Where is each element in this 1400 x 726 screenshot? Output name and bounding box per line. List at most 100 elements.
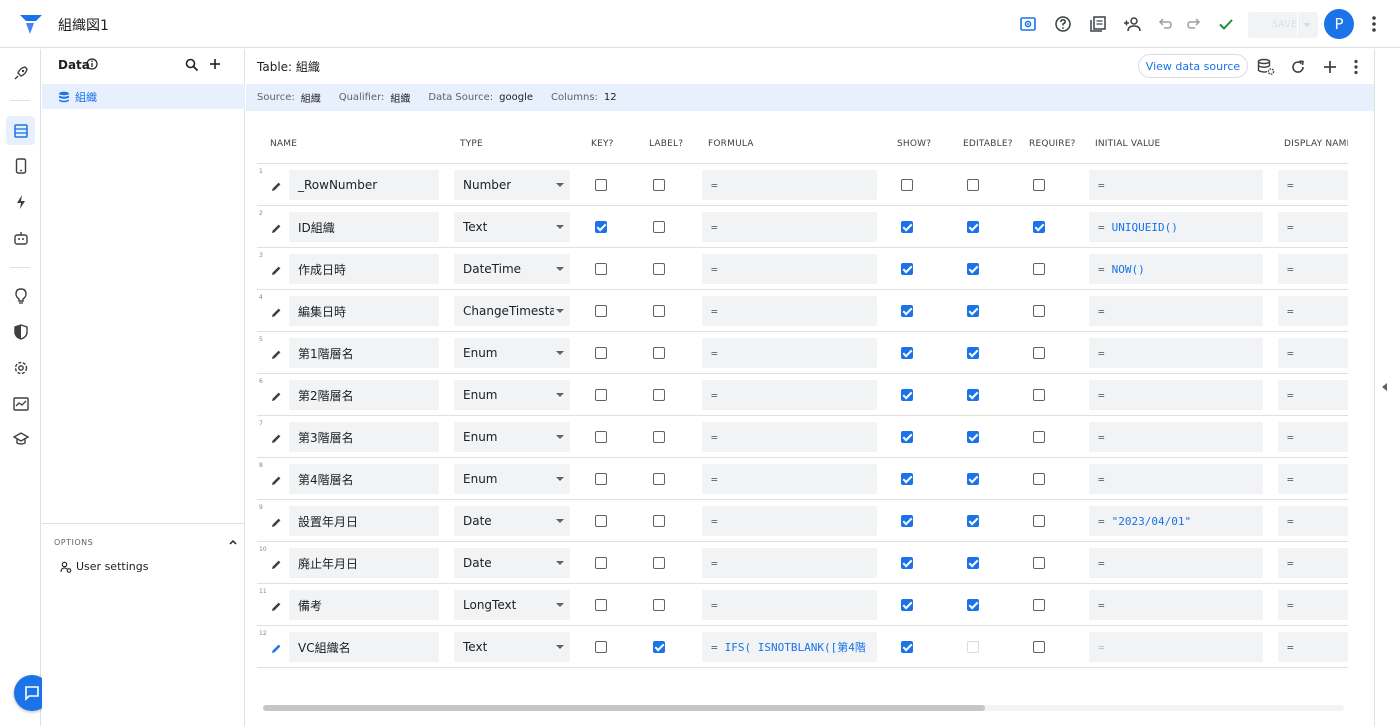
show-checkbox[interactable] xyxy=(901,179,913,191)
column-name-field[interactable]: 設置年月日 xyxy=(289,506,439,536)
key-checkbox[interactable] xyxy=(595,305,607,317)
show-checkbox[interactable] xyxy=(901,515,913,527)
column-type-select[interactable]: Enum xyxy=(454,338,570,368)
editable-checkbox[interactable] xyxy=(967,599,979,611)
key-checkbox[interactable] xyxy=(595,347,607,359)
more-vert-icon[interactable] xyxy=(1368,14,1380,34)
column-type-select[interactable]: DateTime xyxy=(454,254,570,284)
display-name-field[interactable]: = xyxy=(1278,506,1348,536)
info-icon[interactable] xyxy=(86,58,98,70)
chevron-up-icon[interactable] xyxy=(228,537,238,547)
edit-icon[interactable] xyxy=(271,513,282,527)
column-name-field[interactable]: ID組織 xyxy=(289,212,439,242)
label-checkbox[interactable] xyxy=(653,515,665,527)
editable-checkbox[interactable] xyxy=(967,557,979,569)
editable-checkbox[interactable] xyxy=(967,515,979,527)
column-type-select[interactable]: Text xyxy=(454,212,570,242)
formula-field[interactable]: = xyxy=(702,170,877,200)
column-name-field[interactable]: 第4階層名 xyxy=(289,464,439,494)
edit-icon[interactable] xyxy=(271,639,282,653)
column-name-field[interactable]: 編集日時 xyxy=(289,296,439,326)
formula-field[interactable]: = xyxy=(702,296,877,326)
require-checkbox[interactable] xyxy=(1033,305,1045,317)
edit-icon[interactable] xyxy=(271,429,282,443)
column-name-field[interactable]: VC組織名 xyxy=(289,632,439,662)
initial-value-field[interactable]: = xyxy=(1089,590,1263,620)
learn-icon[interactable] xyxy=(6,424,35,453)
undo-icon[interactable] xyxy=(1154,13,1176,35)
data-icon[interactable] xyxy=(6,116,35,145)
formula-field[interactable]: = xyxy=(702,254,877,284)
preview-icon[interactable] xyxy=(1017,13,1039,35)
avatar[interactable]: P xyxy=(1324,9,1354,39)
formula-field[interactable]: = xyxy=(702,464,877,494)
column-name-field[interactable]: 廃止年月日 xyxy=(289,548,439,578)
column-name-field[interactable]: 第2階層名 xyxy=(289,380,439,410)
editable-checkbox[interactable] xyxy=(967,473,979,485)
collapse-arrow-icon[interactable] xyxy=(1382,383,1387,391)
editable-checkbox[interactable] xyxy=(967,221,979,233)
show-checkbox[interactable] xyxy=(901,305,913,317)
initial-value-field[interactable]: = UNIQUEID() xyxy=(1089,212,1263,242)
add-column-icon[interactable] xyxy=(1321,58,1339,76)
column-type-select[interactable]: Date xyxy=(454,506,570,536)
column-type-select[interactable]: Enum xyxy=(454,422,570,452)
automation-icon[interactable] xyxy=(6,223,35,252)
scrollbar-thumb[interactable] xyxy=(263,705,985,711)
display-name-field[interactable]: = xyxy=(1278,422,1348,452)
column-type-select[interactable]: Enum xyxy=(454,464,570,494)
save-dropdown-icon[interactable] xyxy=(1303,23,1311,27)
column-type-select[interactable]: Text xyxy=(454,632,570,662)
column-name-field[interactable]: 備考 xyxy=(289,590,439,620)
show-checkbox[interactable] xyxy=(901,263,913,275)
require-checkbox[interactable] xyxy=(1033,431,1045,443)
key-checkbox[interactable] xyxy=(595,263,607,275)
require-checkbox[interactable] xyxy=(1033,557,1045,569)
show-checkbox[interactable] xyxy=(901,221,913,233)
display-name-field[interactable]: = xyxy=(1278,590,1348,620)
security-icon[interactable] xyxy=(6,317,35,346)
require-checkbox[interactable] xyxy=(1033,347,1045,359)
editable-checkbox[interactable] xyxy=(967,347,979,359)
edit-icon[interactable] xyxy=(271,177,282,191)
key-checkbox[interactable] xyxy=(595,641,607,653)
show-checkbox[interactable] xyxy=(901,557,913,569)
display-name-field[interactable]: = xyxy=(1278,380,1348,410)
editable-checkbox[interactable] xyxy=(967,179,979,191)
edit-icon[interactable] xyxy=(271,597,282,611)
horizontal-scrollbar[interactable] xyxy=(263,705,1344,711)
edit-icon[interactable] xyxy=(271,261,282,275)
formula-field[interactable]: = xyxy=(702,506,877,536)
key-checkbox[interactable] xyxy=(595,179,607,191)
rocket-icon[interactable] xyxy=(6,58,35,87)
label-checkbox[interactable] xyxy=(653,305,665,317)
editable-checkbox[interactable] xyxy=(967,431,979,443)
label-checkbox[interactable] xyxy=(653,221,665,233)
formula-field[interactable]: = xyxy=(702,548,877,578)
datasource-settings-icon[interactable] xyxy=(1257,58,1275,76)
initial-value-field[interactable]: = xyxy=(1089,632,1263,662)
column-name-field[interactable]: 第3階層名 xyxy=(289,422,439,452)
edit-icon[interactable] xyxy=(271,387,282,401)
bolt-icon[interactable] xyxy=(6,187,35,216)
right-collapse-strip[interactable] xyxy=(1374,49,1400,726)
label-checkbox[interactable] xyxy=(653,263,665,275)
show-checkbox[interactable] xyxy=(901,389,913,401)
display-name-field[interactable]: = xyxy=(1278,464,1348,494)
formula-field[interactable]: = IFS( ISNOTBLANK([第4階 xyxy=(702,632,877,662)
key-checkbox[interactable] xyxy=(595,431,607,443)
require-checkbox[interactable] xyxy=(1033,179,1045,191)
display-name-field[interactable]: = xyxy=(1278,254,1348,284)
edit-icon[interactable] xyxy=(271,219,282,233)
views-icon[interactable] xyxy=(6,151,35,180)
show-checkbox[interactable] xyxy=(901,473,913,485)
save-button[interactable]: SAVE xyxy=(1248,12,1318,38)
more-vert-icon[interactable] xyxy=(1347,58,1365,76)
sidebar-item-table[interactable]: 組織 xyxy=(42,84,245,109)
settings-icon[interactable] xyxy=(6,353,35,382)
initial-value-field[interactable]: = xyxy=(1089,296,1263,326)
require-checkbox[interactable] xyxy=(1033,515,1045,527)
label-checkbox[interactable] xyxy=(653,599,665,611)
add-icon[interactable] xyxy=(208,57,222,71)
initial-value-field[interactable]: = xyxy=(1089,422,1263,452)
